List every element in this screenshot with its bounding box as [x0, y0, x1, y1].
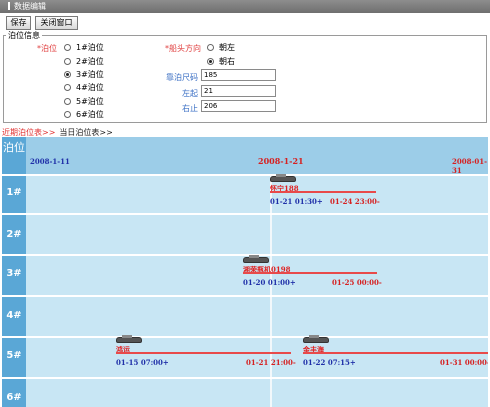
- ship-berth-duration-bar: [116, 352, 291, 354]
- berth-row-4-label: 4#: [6, 310, 22, 321]
- berth-schedule-chart: 泊位 2008-1-11 2008-1-21 2008-01-31 1# 2# …: [2, 137, 488, 407]
- window-title-bar: 数据编辑: [0, 0, 490, 13]
- ship-arrive-time: 01-22 07:15+: [303, 358, 356, 367]
- row-divider: [2, 336, 488, 338]
- radio-icon: [64, 84, 71, 91]
- berth-row-6-label: 6#: [6, 392, 22, 403]
- ship-berth-duration-bar: [303, 352, 488, 354]
- berth-radio-1[interactable]: 1#泊位: [64, 42, 104, 53]
- ship-depart-time: 01-25 00:00-: [332, 278, 382, 287]
- end-position-input[interactable]: [201, 100, 276, 112]
- ship-depart-time: 01-24 23:00-: [330, 197, 380, 206]
- close-window-button[interactable]: 关闭窗口: [35, 16, 78, 30]
- berth-radio-6[interactable]: 6#泊位: [64, 109, 104, 120]
- ship-icon: [243, 255, 269, 263]
- ship-berth-duration-bar: [243, 272, 377, 274]
- ship-depart-time: 01-21 21:00-: [246, 358, 296, 367]
- berth-row-5-label: 5#: [6, 350, 22, 361]
- direction-radio-left[interactable]: 朝左: [207, 42, 235, 53]
- title-marker-icon: [8, 2, 10, 10]
- save-button[interactable]: 保存: [6, 16, 31, 30]
- ship-berth-duration-bar: [270, 191, 376, 193]
- ship-icon: [303, 335, 329, 343]
- berth-radio-2[interactable]: 2#泊位: [64, 56, 104, 67]
- radio-icon: [207, 44, 214, 51]
- date-mid-label: 2008-1-21: [258, 156, 304, 166]
- ship-depart-time: 01-31 00:00-: [440, 358, 488, 367]
- size-label: 靠泊尺码: [166, 73, 198, 82]
- radio-selected-icon: [207, 58, 214, 65]
- start-label: 左起: [182, 89, 198, 98]
- radio-icon: [64, 44, 71, 51]
- row-divider: [2, 254, 488, 256]
- berth-size-input[interactable]: [201, 69, 276, 81]
- current-date-line: [270, 174, 272, 407]
- row-divider: [2, 213, 488, 215]
- recent-berth-link[interactable]: 近期泊位表>>: [2, 128, 55, 137]
- berth-label: *泊位: [37, 44, 57, 53]
- row-divider: [2, 295, 488, 297]
- date-header: [26, 137, 488, 174]
- berth-radio-4[interactable]: 4#泊位: [64, 82, 104, 93]
- end-label: 右止: [182, 104, 198, 113]
- radio-selected-icon: [64, 71, 71, 78]
- window-title: 数据编辑: [14, 2, 46, 11]
- berth-row-3-label: 3#: [6, 268, 22, 279]
- ship-arrive-time: 01-21 01:30+: [270, 197, 323, 206]
- today-berth-link[interactable]: 当日泊位表>>: [59, 128, 112, 137]
- radio-icon: [64, 98, 71, 105]
- date-end-label: 2008-01-31: [452, 157, 488, 175]
- start-position-input[interactable]: [201, 85, 276, 97]
- berth-row-2-label: 2#: [6, 229, 22, 240]
- direction-radio-right[interactable]: 朝右: [207, 56, 235, 67]
- berth-info-legend: 泊位信息: [6, 30, 42, 41]
- radio-icon: [64, 111, 71, 118]
- ship-icon: [116, 335, 142, 343]
- berth-radio-3[interactable]: 3#泊位: [64, 69, 104, 80]
- ship-icon: [270, 174, 296, 182]
- berth-row-1-label: 1#: [6, 187, 22, 198]
- ship-arrive-time: 01-15 07:00+: [116, 358, 169, 367]
- row-divider: [2, 377, 488, 379]
- radio-icon: [64, 58, 71, 65]
- row-divider: [2, 174, 488, 176]
- berth-radio-5[interactable]: 5#泊位: [64, 96, 104, 107]
- direction-label: *船头方向: [165, 44, 201, 53]
- berth-column-header: 泊位: [3, 141, 25, 154]
- ship-arrive-time: 01-20 01:00+: [243, 278, 296, 287]
- date-start-label: 2008-1-11: [30, 157, 70, 166]
